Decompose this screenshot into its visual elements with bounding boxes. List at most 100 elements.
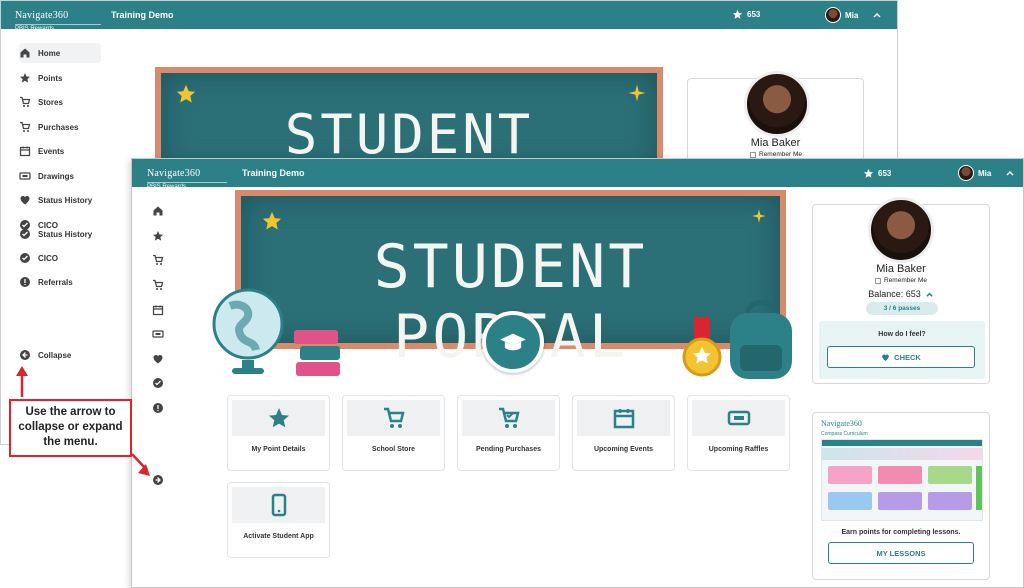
tile-upcoming-events[interactable]: Upcoming Events: [572, 395, 675, 471]
avatar: [744, 71, 810, 137]
remember-me-label: Remember Me: [759, 151, 802, 158]
sidebar-item-label: Home: [38, 48, 61, 58]
sidebar-item-label: CICO: [38, 253, 58, 263]
sidebar-item-referrals[interactable]: [152, 402, 164, 414]
star-icon: [20, 73, 30, 83]
chevron-up-icon[interactable]: [1005, 168, 1015, 178]
tile-pending-purchases[interactable]: Pending Purchases: [457, 395, 560, 471]
expand-button[interactable]: [152, 474, 164, 486]
calendar-icon: [613, 409, 634, 429]
sidebar-item-cico-dup[interactable]: CICO: [19, 248, 58, 268]
balance-label: Balance: 653: [868, 289, 921, 299]
sidebar-item-drawings[interactable]: Drawings: [19, 166, 74, 186]
preview-card: [928, 466, 972, 484]
user-name: Mia: [978, 168, 992, 178]
user-menu[interactable]: Mia: [958, 165, 1015, 181]
sidebar-item-purchases[interactable]: Purchases: [19, 117, 78, 137]
preview-card: [878, 466, 922, 484]
sidebar-item-status-history-dup[interactable]: Status History: [19, 224, 92, 244]
lessons-preview-image: [821, 439, 983, 521]
tile-label: Upcoming Events: [593, 446, 654, 453]
alert-icon: [153, 403, 163, 413]
remember-me-label: Remember Me: [884, 277, 927, 284]
preview-bar: [822, 440, 982, 446]
sidebar-item-stores[interactable]: [152, 254, 164, 266]
points-display: 653: [732, 9, 760, 20]
preview-card: [928, 492, 972, 510]
logo-brand: Navigate360: [821, 419, 862, 428]
tile-label: School Store: [371, 446, 416, 453]
home-icon: [153, 206, 163, 216]
cart-icon: [20, 96, 31, 107]
check-circle-icon: [153, 378, 163, 388]
navigate360-logo[interactable]: Navigate360 PBIS Rewards: [147, 163, 227, 190]
chevron-up-icon[interactable]: [925, 290, 934, 299]
heart-icon: [153, 355, 163, 364]
tile-label: Activate Student App: [243, 533, 314, 540]
sparkle-icon: [752, 209, 766, 223]
sidebar-item-cico[interactable]: [152, 377, 164, 389]
my-lessons-button[interactable]: MY LESSONS: [828, 542, 974, 564]
sidebar-item-home[interactable]: Home: [19, 43, 101, 63]
tile-icon-area: [692, 400, 785, 436]
sidebar-item-drawings[interactable]: [152, 328, 164, 340]
logo-sub: PBIS Rewards: [147, 182, 227, 190]
cart-check-icon: [498, 407, 520, 428]
points-display: 653: [863, 168, 891, 179]
star-icon: [262, 211, 282, 230]
sidebar-item-events[interactable]: Events: [19, 141, 64, 161]
sidebar-item-label: Events: [38, 146, 65, 156]
phone-icon: [271, 493, 286, 517]
preview-card: [828, 466, 872, 484]
remember-me-checkbox[interactable]: Remember Me: [750, 151, 802, 158]
collapse-label: Collapse: [38, 350, 72, 360]
avatar: [868, 197, 934, 263]
sidebar-item-label: Status History: [38, 229, 93, 239]
sidebar-item-points[interactable]: Points: [19, 68, 62, 88]
remember-me-checkbox[interactable]: Remember Me: [875, 277, 927, 284]
sidebar-item-stores[interactable]: Stores: [19, 92, 63, 112]
sidebar-item-label: Purchases: [38, 122, 79, 132]
graduation-cap-badge: [482, 311, 544, 373]
ticket-icon: [152, 330, 164, 338]
checkbox-box[interactable]: [875, 277, 881, 284]
cart-check-icon: [153, 279, 164, 290]
sidebar-item-purchases[interactable]: [152, 279, 164, 291]
user-name: Mia: [845, 10, 859, 20]
sidebar-item-home[interactable]: [152, 205, 164, 217]
tile-label: Pending Purchases: [476, 446, 541, 453]
tile-icon-area: [577, 400, 670, 436]
tile-school-store[interactable]: School Store: [342, 395, 445, 471]
compass-logo: Navigate360 Compass Curriculum: [821, 419, 868, 437]
ticket-icon: [19, 172, 31, 180]
my-lessons-label: MY LESSONS: [876, 548, 926, 558]
top-bar: Navigate360 PBIS Rewards Training Demo 6…: [132, 159, 1023, 190]
user-menu[interactable]: Mia: [825, 7, 882, 23]
tile-icon-area: [347, 400, 440, 436]
checkbox-box[interactable]: [750, 151, 756, 158]
collapse-button[interactable]: Collapse: [19, 345, 71, 365]
instruction-callout: Use the arrow to collapse or expand the …: [9, 399, 132, 457]
tile-upcoming-raffles[interactable]: Upcoming Raffles: [687, 395, 790, 471]
sidebar-item-label: Status History: [38, 195, 93, 205]
navigate360-logo[interactable]: Navigate360 PBIS Rewards: [15, 5, 101, 32]
lessons-card: Navigate360 Compass Curriculum Earn poin…: [812, 412, 990, 580]
medal-illustration: [682, 317, 722, 377]
ticket-icon: [727, 410, 750, 426]
sidebar-item-referrals[interactable]: Referrals: [19, 272, 73, 292]
heart-icon: [20, 196, 30, 205]
tile-my-point-details[interactable]: My Point Details: [227, 395, 330, 471]
sidebar-item-points[interactable]: [152, 230, 164, 242]
star-icon: [268, 408, 289, 428]
lessons-caption: Earn points for completing lessons.: [841, 529, 961, 536]
tile-icon-area: [462, 400, 555, 436]
app-title: Training Demo: [111, 10, 174, 20]
star-icon: [863, 168, 874, 178]
sidebar-item-status-history[interactable]: Status History: [19, 190, 92, 210]
chevron-up-icon[interactable]: [872, 10, 882, 20]
tile-activate-student-app[interactable]: Activate Student App: [227, 482, 330, 558]
check-button[interactable]: CHECK: [827, 346, 975, 368]
globe-illustration: [212, 288, 284, 374]
sidebar-item-events[interactable]: [152, 304, 164, 316]
sidebar-item-status-history[interactable]: [152, 353, 164, 365]
